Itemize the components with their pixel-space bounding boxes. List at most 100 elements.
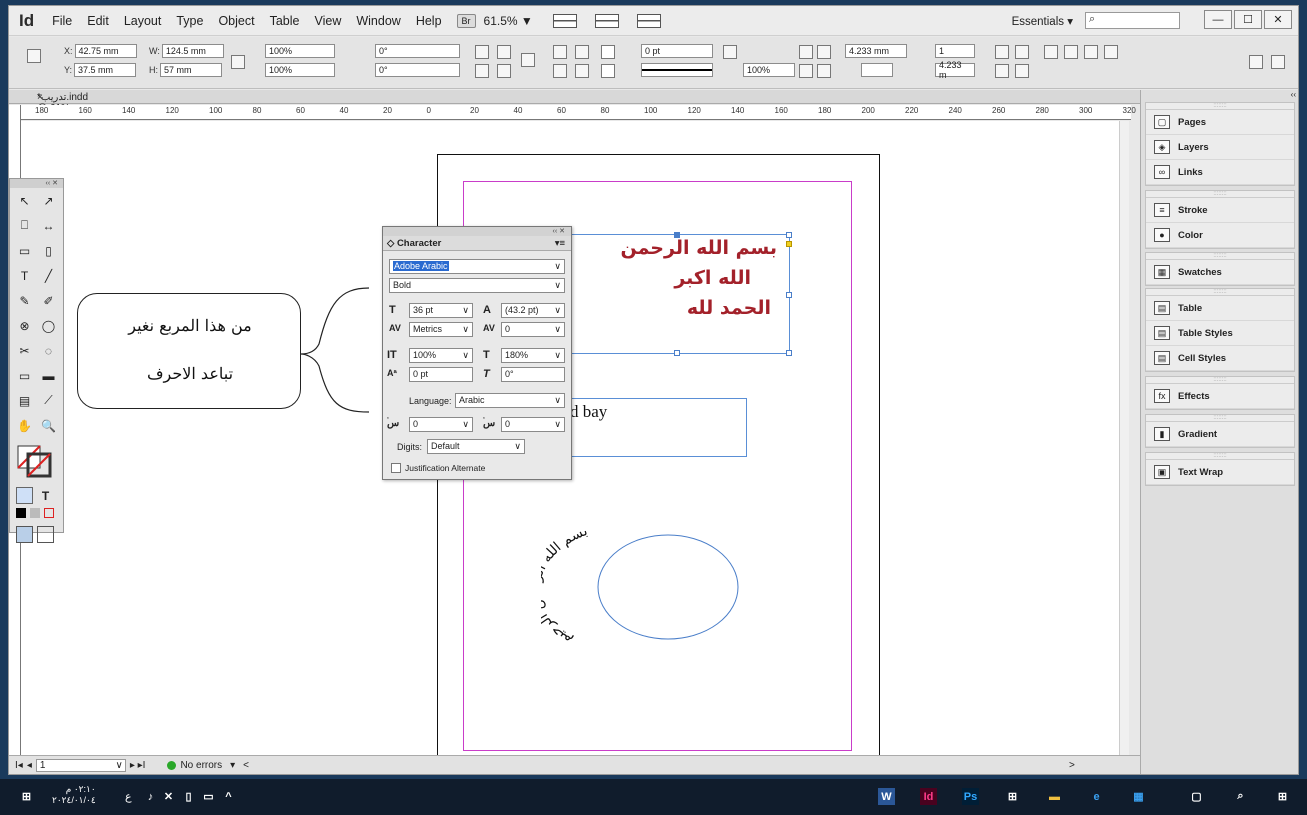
panel-pages[interactable]: ▢ Pages <box>1146 110 1294 135</box>
panel-layers[interactable]: ◈ Layers <box>1146 135 1294 160</box>
view-options-icon[interactable] <box>552 13 577 28</box>
prev-page-button[interactable]: ◂ <box>27 760 32 771</box>
menu-object[interactable]: Object <box>218 14 254 28</box>
panel-effects[interactable]: fx Effects <box>1146 384 1294 409</box>
tool-8-1-icon[interactable]: ⟋ <box>40 392 57 409</box>
font-family-select[interactable]: Adobe Arabic ∨ <box>389 259 565 274</box>
panel-text-wrap[interactable]: ▣ Text Wrap <box>1146 460 1294 485</box>
shear-field[interactable]: 0° <box>375 63 460 77</box>
indesign-app-icon[interactable]: Id <box>920 788 937 805</box>
input-language[interactable]: ع <box>125 790 132 803</box>
format-container-icon[interactable] <box>16 487 33 504</box>
lightning-icon[interactable] <box>1249 55 1263 69</box>
fx-icon[interactable] <box>723 45 737 59</box>
select-next-icon[interactable] <box>575 64 589 78</box>
next-page-buttons[interactable]: ▸ ▸I <box>130 760 146 771</box>
windows-start-icon[interactable]: ⊞ <box>1274 788 1291 805</box>
vertical-scrollbar[interactable] <box>1119 121 1129 755</box>
group-grip[interactable]: :::::::: <box>1146 103 1294 110</box>
height-field[interactable]: 57 mm <box>160 63 222 77</box>
tool-3-0-icon[interactable]: T <box>16 267 33 284</box>
preflight-status[interactable]: No errors <box>167 760 222 771</box>
close-button[interactable]: ✕ <box>1264 10 1292 29</box>
maximize-button[interactable]: ☐ <box>1234 10 1262 29</box>
tool-4-0-icon[interactable]: ✎ <box>16 292 33 309</box>
group-grip[interactable]: :::::::: <box>1146 415 1294 422</box>
panel-menu-icon[interactable]: ▾≡ <box>555 236 565 251</box>
text-ellipse[interactable] <box>597 534 739 640</box>
menu-edit[interactable]: Edit <box>87 14 109 28</box>
text-wrap-icon[interactable] <box>1044 45 1058 59</box>
align-justify-icon[interactable] <box>817 64 831 78</box>
baseline-shift-field[interactable]: 0 pt <box>409 367 473 382</box>
leading-field[interactable]: (43.2 pt) ∨ <box>501 303 565 318</box>
workspace-switcher[interactable]: Essentials ▾ <box>1012 14 1073 28</box>
apply-color-icon[interactable] <box>16 508 26 518</box>
tool-5-1-icon[interactable]: ◯ <box>40 317 57 334</box>
tool-2-0-icon[interactable]: ▭ <box>16 242 33 259</box>
arabic-text-frame[interactable]: بسم الله الرحمن الله اكبر الحمد لله <box>561 232 792 356</box>
panel-color[interactable]: ● Color <box>1146 223 1294 248</box>
justification-alternate-checkbox[interactable] <box>391 463 401 473</box>
language-select[interactable]: Arabic ∨ <box>455 393 565 408</box>
stroke-swatch-icon[interactable] <box>601 64 615 78</box>
group-grip[interactable]: :::::::: <box>1146 253 1294 260</box>
align-center-icon[interactable] <box>817 45 831 59</box>
tab-close-icon[interactable]: × <box>37 92 43 103</box>
menu-layout[interactable]: Layout <box>124 14 162 28</box>
paragraph-align2-icon[interactable] <box>1015 45 1029 59</box>
tools-panel-controls[interactable]: ‹‹ ✕ <box>10 179 63 188</box>
volume-icon[interactable]: ♪ <box>142 788 159 805</box>
scroll-left-button[interactable]: < <box>243 760 249 771</box>
page-number-field[interactable]: 1 ∨ <box>35 759 126 772</box>
text-wrap3-icon[interactable] <box>1084 45 1098 59</box>
usb-icon[interactable]: ▯ <box>180 788 197 805</box>
panel-menu-icon[interactable] <box>1271 55 1285 69</box>
paragraph-align3-icon[interactable] <box>995 64 1009 78</box>
control-panel-app-icon[interactable]: ▦ <box>1130 788 1147 805</box>
photoshop-app-icon[interactable]: Ps <box>962 788 979 805</box>
gutter-field[interactable]: 4.233 m <box>935 60 975 80</box>
panel-stroke[interactable]: ≡ Stroke <box>1146 198 1294 223</box>
diacritic-y-field[interactable]: 0 ∨ <box>501 417 565 432</box>
first-page-button[interactable]: I◂ <box>15 760 23 771</box>
tool-1-0-icon[interactable]: ⎕ <box>16 217 33 234</box>
scale-y-field[interactable]: 100% <box>265 63 335 77</box>
dock-collapse-button[interactable]: ‹‹ <box>1141 90 1298 100</box>
align-bottom-icon[interactable] <box>799 64 813 78</box>
menu-table[interactable]: Table <box>270 14 300 28</box>
frame-handle-br[interactable] <box>786 350 792 356</box>
scroll-right-button[interactable]: > <box>1069 760 1075 771</box>
battery-icon[interactable]: ▭ <box>200 788 217 805</box>
word-app-icon[interactable]: W <box>878 788 895 805</box>
tool-4-1-icon[interactable]: ✐ <box>40 292 57 309</box>
panel-gradient[interactable]: ▮ Gradient <box>1146 422 1294 447</box>
minimize-button[interactable]: — <box>1204 10 1232 29</box>
clock[interactable]: ٠٢:١٠ م ٢٠٢٤/٠١/٠٤ <box>52 784 96 806</box>
fill-swatch-icon[interactable] <box>601 45 615 59</box>
store-app-icon[interactable]: ⊞ <box>1004 788 1021 805</box>
group-grip[interactable]: :::::::: <box>1146 191 1294 198</box>
x-field[interactable]: 42.75 mm <box>74 44 137 58</box>
character-panel-controls[interactable]: ‹‹ ✕ <box>383 227 571 236</box>
panel-table[interactable]: ▤ Table <box>1146 296 1294 321</box>
select-prev-icon[interactable] <box>553 64 567 78</box>
panel-cell-styles[interactable]: ▤ Cell Styles <box>1146 346 1294 371</box>
columns-field[interactable]: 1 <box>935 44 975 58</box>
flip-v-icon[interactable] <box>497 64 511 78</box>
y-field[interactable]: 37.5 mm <box>74 63 137 77</box>
diacritic-x-field[interactable]: 0 ∨ <box>409 417 473 432</box>
stroke-type-field[interactable] <box>641 63 713 77</box>
tool-7-1-icon[interactable]: ▬ <box>40 367 57 384</box>
width-field[interactable]: 124.5 mm <box>161 44 224 58</box>
group-grip[interactable]: :::::::: <box>1146 377 1294 384</box>
preview-mode-icon[interactable] <box>37 526 54 543</box>
select-container-icon[interactable] <box>553 45 567 59</box>
opacity-field[interactable]: 100% <box>743 63 795 77</box>
fill-stroke-icon[interactable] <box>16 444 56 478</box>
paragraph-align-icon[interactable] <box>995 45 1009 59</box>
panel-links[interactable]: ∞ Links <box>1146 160 1294 185</box>
zoom-level[interactable]: 61.5% ▼ <box>484 14 533 28</box>
font-size-field[interactable]: 36 pt ∨ <box>409 303 473 318</box>
tool-6-1-icon[interactable]: ◌ <box>40 342 57 359</box>
